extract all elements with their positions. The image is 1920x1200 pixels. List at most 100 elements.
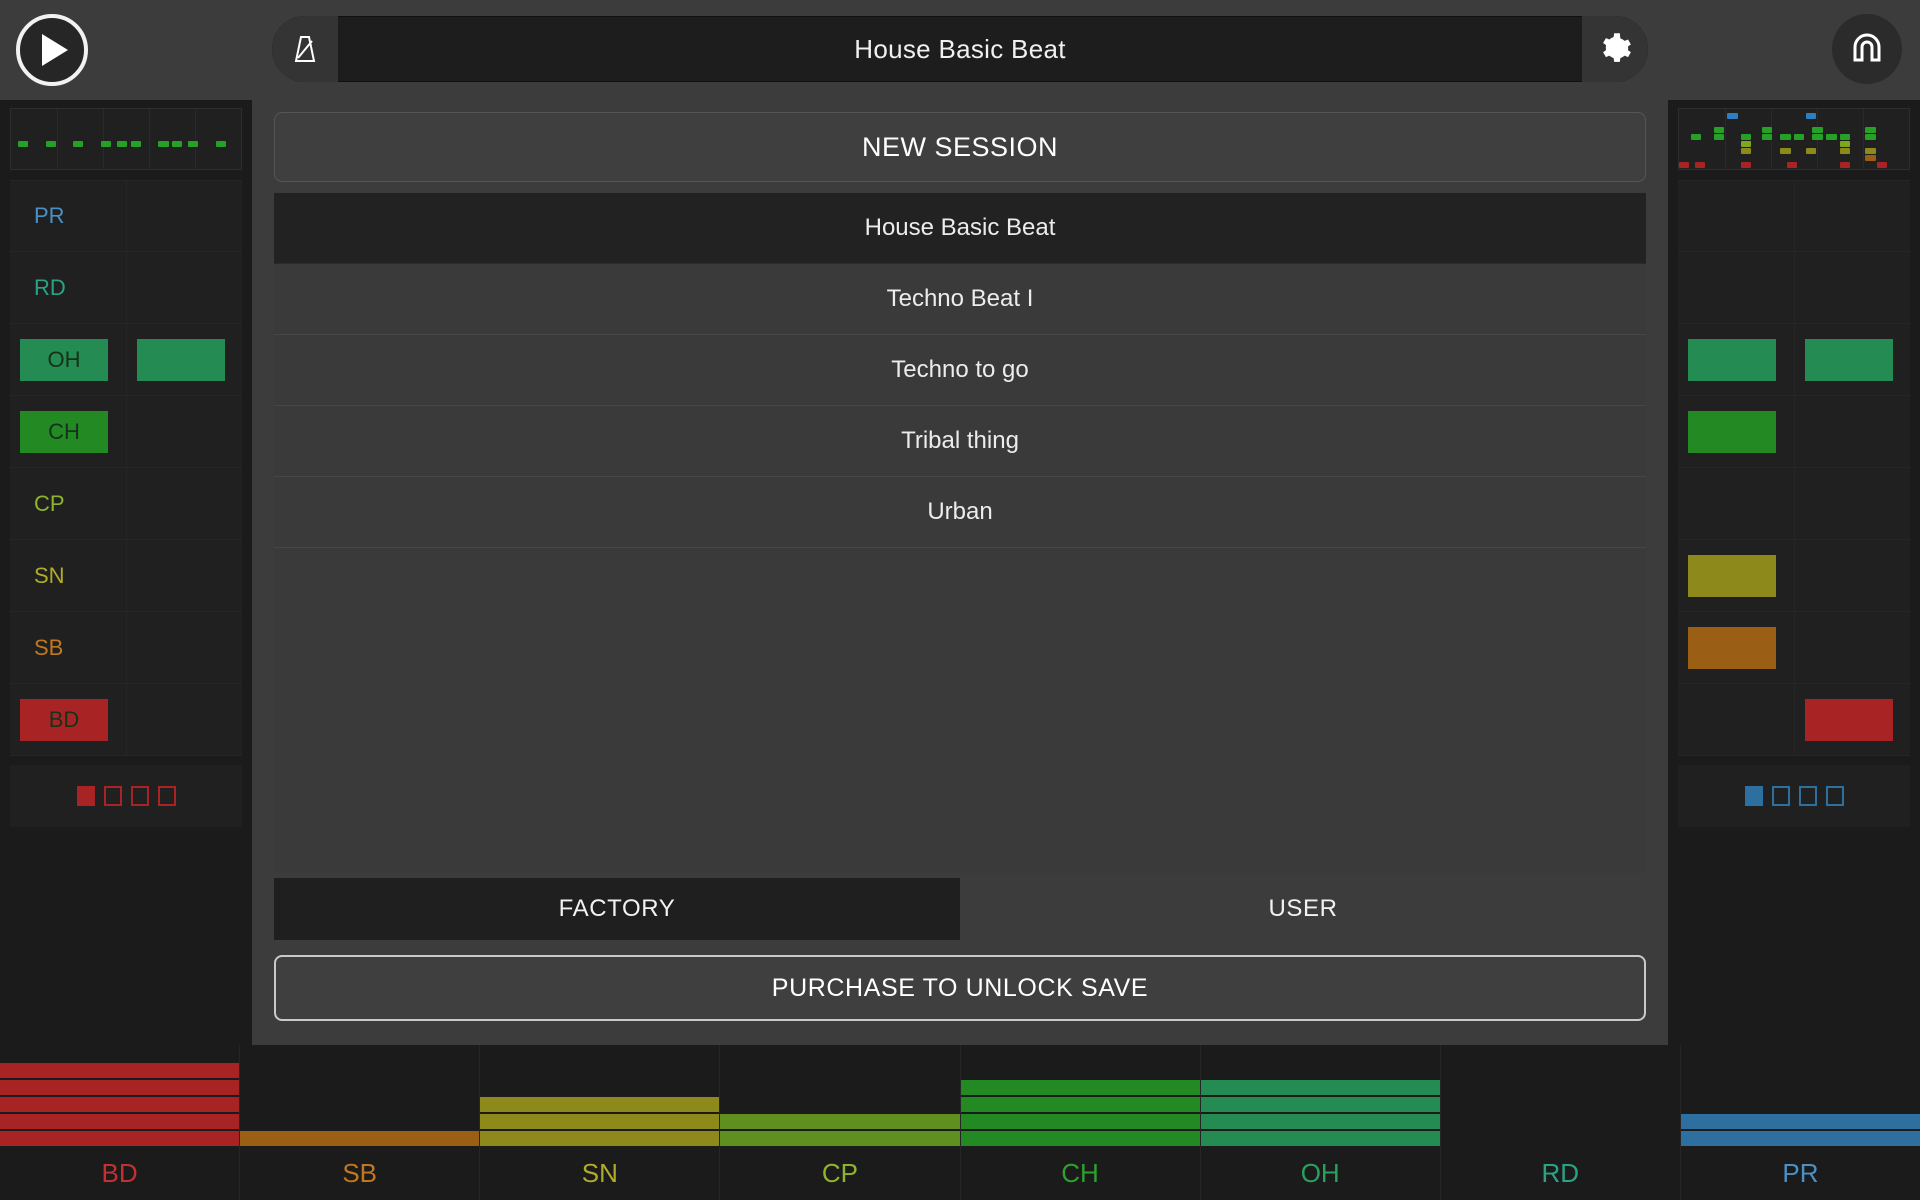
mixer-channel-sn[interactable]: SN [480,1045,721,1200]
session-list-item[interactable]: Techno Beat I [274,264,1646,335]
session-list-item[interactable]: Techno to go [274,335,1646,406]
metronome-button[interactable] [272,16,338,82]
meter-segment [960,1097,1200,1112]
pattern-indicator[interactable] [76,786,95,806]
step-cell[interactable] [1794,612,1910,683]
step-cell[interactable] [1678,324,1794,395]
step-pad-active[interactable] [1688,626,1776,669]
pattern-indicator[interactable] [157,786,176,806]
mini-note [17,141,29,147]
step-pad-active[interactable] [1805,338,1893,381]
step-cell[interactable] [1678,540,1794,611]
left-pattern-indicators[interactable] [10,765,242,827]
meter-segment [1200,1131,1440,1146]
step-cell[interactable]: SB [10,612,126,683]
step-cell[interactable] [1794,684,1910,755]
step-cell[interactable] [1678,181,1794,251]
pattern-indicator[interactable] [1825,786,1844,806]
step-cell[interactable] [1794,396,1910,467]
step-cell[interactable] [126,540,242,611]
new-session-button[interactable]: NEW SESSION [274,112,1646,182]
step-cell[interactable]: SN [10,540,126,611]
tab-user[interactable]: USER [960,878,1646,940]
step-cell[interactable] [126,181,242,251]
pattern-indicator[interactable] [103,786,122,806]
bar-divider [149,109,150,169]
step-cell[interactable]: CH [10,396,126,467]
session-title-bar[interactable]: House Basic Beat [272,16,1648,82]
mixer-channel-rd[interactable]: RD [1441,1045,1681,1200]
step-cell[interactable] [1794,181,1910,251]
pattern-indicator[interactable] [1744,786,1763,806]
play-button[interactable] [16,14,88,86]
step-pad-active[interactable] [1688,338,1776,381]
step-cell[interactable] [126,684,242,755]
step-pad-active[interactable]: CH [20,410,108,453]
mini-note [1876,162,1888,168]
channel-label: CP [821,1157,858,1188]
step-cell[interactable]: OH [10,324,126,395]
channel-level-meter[interactable] [1441,1058,1680,1146]
step-cell[interactable] [126,468,242,539]
pattern-indicator[interactable] [1771,786,1790,806]
mini-note [215,141,227,147]
pattern-indicator[interactable] [130,786,149,806]
mixer-channel-pr[interactable]: PR [1680,1045,1920,1200]
channel-level-meter[interactable] [720,1058,960,1146]
pattern-indicator[interactable] [1798,786,1817,806]
app-logo-button[interactable] [1832,14,1902,84]
mixer-channel-sb[interactable]: SB [240,1045,481,1200]
mixer-channel-cp[interactable]: CP [720,1045,961,1200]
step-cell[interactable] [1794,540,1910,611]
session-list[interactable]: House Basic Beat Techno Beat I Techno to g… [274,193,1646,873]
channel-level-meter[interactable] [240,1058,480,1146]
purchase-to-unlock-save-button[interactable]: PURCHASE TO UNLOCK SAVE [274,955,1646,1021]
right-pattern-overview[interactable] [1678,108,1910,170]
channel-level-meter[interactable] [1200,1058,1440,1146]
mini-note [1780,134,1791,140]
channel-level-meter[interactable] [1680,1058,1920,1146]
step-row-sn: SN [10,540,242,612]
session-list-item[interactable]: Urban [274,477,1646,548]
step-cell[interactable] [1678,684,1794,755]
channel-level-meter[interactable] [0,1058,240,1146]
channel-level-meter[interactable] [960,1058,1200,1146]
step-pad-active[interactable]: OH [20,338,108,381]
step-cell[interactable] [1794,252,1910,323]
step-cell[interactable] [126,612,242,683]
left-pattern-overview[interactable] [10,108,242,170]
mini-note [45,141,56,147]
step-pad-active[interactable] [1805,698,1893,741]
session-list-item[interactable]: House Basic Beat [274,193,1646,264]
step-pad-active[interactable] [1688,554,1776,597]
session-list-item[interactable]: Tribal thing [274,406,1646,477]
mini-note [1695,162,1706,168]
step-cell[interactable] [1794,324,1910,395]
step-cell[interactable] [1678,396,1794,467]
channel-level-meter[interactable] [480,1058,720,1146]
step-pad-active[interactable] [137,338,225,381]
step-cell[interactable] [126,252,242,323]
step-cell[interactable]: BD [10,684,126,755]
step-cell[interactable]: PR [10,181,126,251]
settings-button[interactable] [1582,16,1648,82]
track-label-cp: CP [34,490,65,516]
step-cell[interactable]: CP [10,468,126,539]
mixer-channel-oh[interactable]: OH [1200,1045,1441,1200]
step-cell[interactable] [126,324,242,395]
step-cell[interactable] [1678,252,1794,323]
step-cell[interactable] [1678,612,1794,683]
mixer-channel-bd[interactable]: BD [0,1045,241,1200]
right-pattern-indicators[interactable] [1678,765,1910,827]
step-pad-active[interactable] [1688,410,1776,453]
mini-note [188,141,199,147]
tab-factory[interactable]: FACTORY [274,878,960,940]
step-cell[interactable] [1678,468,1794,539]
step-cell[interactable] [1794,468,1910,539]
mixer-channel-ch[interactable]: CH [960,1045,1201,1200]
mini-note [1741,134,1752,140]
step-pad-active[interactable]: BD [20,698,108,741]
session-list-empty-area [274,548,1646,873]
step-cell[interactable]: RD [10,252,126,323]
step-cell[interactable] [126,396,242,467]
